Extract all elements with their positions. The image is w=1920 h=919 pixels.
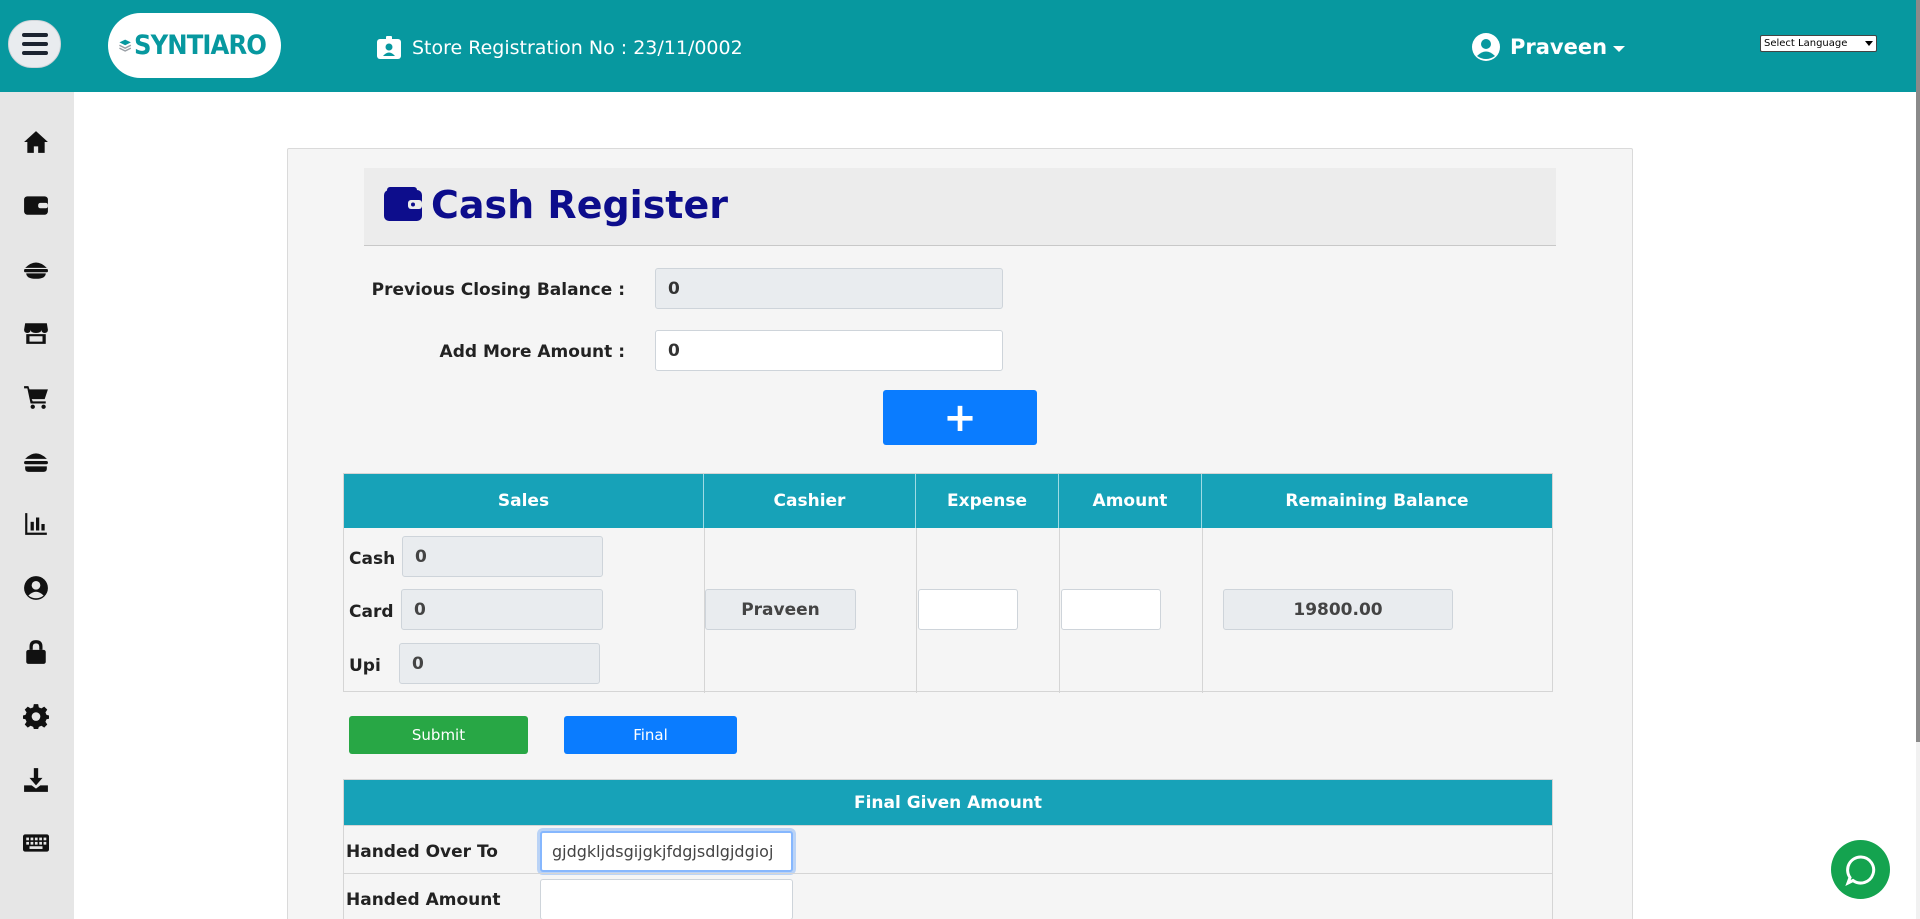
lock-icon (26, 640, 46, 664)
chart-icon (25, 513, 47, 535)
user-name: Praveen (1510, 35, 1608, 59)
previous-closing-label: Previous Closing Balance : (371, 280, 625, 300)
sidebar-item-burger[interactable] (22, 447, 50, 475)
page-title: Cash Register (431, 183, 728, 227)
add-more-amount-label: Add More Amount : (439, 342, 625, 362)
cash-label: Cash (349, 549, 396, 569)
sidebar-item-keyboard[interactable] (22, 829, 50, 857)
sidebar-item-cart[interactable] (22, 383, 50, 411)
user-circle-icon (1472, 33, 1500, 61)
table-header-cashier: Cashier (704, 474, 916, 528)
burger-icon (24, 453, 48, 472)
cash-input[interactable]: 0 (402, 536, 603, 577)
scrollbar-thumb[interactable] (1916, 0, 1920, 742)
sidebar-item-profile[interactable] (22, 574, 50, 602)
page-scrollbar[interactable] (1916, 0, 1920, 919)
column-divider (1202, 528, 1203, 693)
sidebar-item-download[interactable] (22, 766, 50, 794)
user-dropdown[interactable]: Praveen (1472, 33, 1626, 61)
store-registration: Store Registration No : 23/11/0002 (376, 36, 743, 60)
final-given-amount-header: Final Given Amount (344, 780, 1552, 825)
table-header-amount: Amount (1059, 474, 1202, 528)
cart-icon (24, 386, 48, 409)
final-button[interactable]: Final (564, 716, 737, 754)
wallet-icon (384, 187, 422, 221)
language-select-value: Select Language (1764, 38, 1848, 49)
sidebar-item-settings[interactable] (22, 702, 50, 730)
download-icon (24, 768, 48, 792)
sidebar-item-home[interactable] (22, 128, 50, 156)
row-divider (344, 825, 1552, 826)
user-circle-icon (24, 576, 48, 600)
sidebar-item-store[interactable] (22, 319, 50, 347)
chevron-down-icon (1865, 41, 1873, 46)
menu-toggle-button[interactable] (8, 20, 61, 68)
expense-input[interactable] (918, 589, 1018, 630)
row-divider (344, 873, 1552, 874)
submit-button[interactable]: Submit (349, 716, 528, 754)
sidebar-item-food[interactable] (22, 255, 50, 283)
register-table: Sales Cashier Expense Amount Remaining B… (343, 473, 1553, 693)
sidebar-item-wallet[interactable] (22, 191, 50, 219)
logo-text: SYNTIARO (134, 30, 267, 61)
store-registration-text: Store Registration No : 23/11/0002 (412, 37, 743, 59)
handed-amount-input[interactable] (540, 879, 793, 919)
table-header-expense: Expense (916, 474, 1059, 528)
food-icon (24, 262, 48, 279)
keyboard-icon (23, 834, 49, 852)
home-icon (24, 131, 48, 153)
top-navbar: SYNTIARO Store Registration No : 23/11/0… (0, 0, 1916, 92)
sidebar (0, 92, 74, 919)
amount-input[interactable] (1061, 589, 1161, 630)
wallet-icon (24, 196, 48, 215)
handed-amount-label: Handed Amount (346, 890, 501, 910)
handed-over-to-label: Handed Over To (346, 842, 498, 862)
logo-layers-icon (119, 39, 132, 52)
upi-label: Upi (349, 656, 381, 676)
gear-icon (23, 704, 49, 729)
caret-down-icon (1613, 46, 1626, 52)
column-divider (916, 528, 917, 693)
sidebar-item-security[interactable] (22, 638, 50, 666)
sidebar-item-reports[interactable] (22, 510, 50, 538)
table-header-remaining-balance: Remaining Balance (1202, 474, 1552, 528)
id-badge-icon (377, 36, 401, 59)
hamburger-icon (21, 33, 48, 55)
language-select[interactable]: Select Language (1760, 35, 1877, 52)
table-header-sales: Sales (344, 474, 704, 528)
card-input[interactable]: 0 (401, 589, 603, 630)
remaining-balance-input[interactable]: 19800.00 (1223, 589, 1453, 630)
page-header: Cash Register (364, 168, 1556, 246)
brand-logo[interactable]: SYNTIARO (108, 13, 281, 78)
cashier-input[interactable]: Praveen (705, 589, 856, 630)
final-given-amount-table: Final Given Amount Handed Over To gjdgkl… (343, 779, 1553, 919)
chat-widget-button[interactable] (1831, 840, 1890, 899)
add-more-amount-input[interactable]: 0 (655, 330, 1003, 371)
upi-input[interactable]: 0 (399, 643, 600, 684)
previous-closing-input[interactable]: 0 (655, 268, 1003, 309)
handed-over-to-input[interactable]: gjdgkljdsgijgkjfdgjsdlgjdgioj (540, 831, 793, 872)
store-icon (24, 323, 48, 344)
chat-bubble-icon (1844, 854, 1875, 886)
card-label: Card (349, 602, 394, 622)
add-amount-button[interactable]: + (883, 390, 1037, 445)
column-divider (1059, 528, 1060, 693)
